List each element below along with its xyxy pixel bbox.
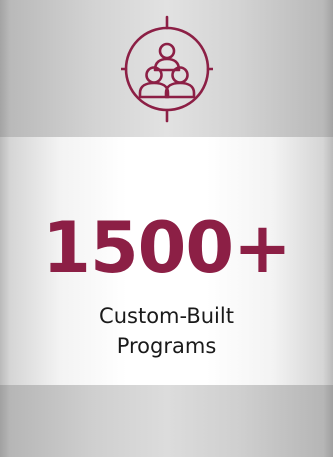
stat-card: 1500+ Custom-Built Programs — [0, 0, 333, 457]
stat-label-line-2: Programs — [116, 334, 217, 358]
audience-target-icon — [121, 15, 213, 123]
stat-label: Custom-Built Programs — [0, 301, 333, 361]
card-bottom-band — [0, 385, 333, 457]
stat-value: 1500+ — [42, 207, 291, 289]
stat-label-line-1: Custom-Built — [99, 304, 234, 328]
